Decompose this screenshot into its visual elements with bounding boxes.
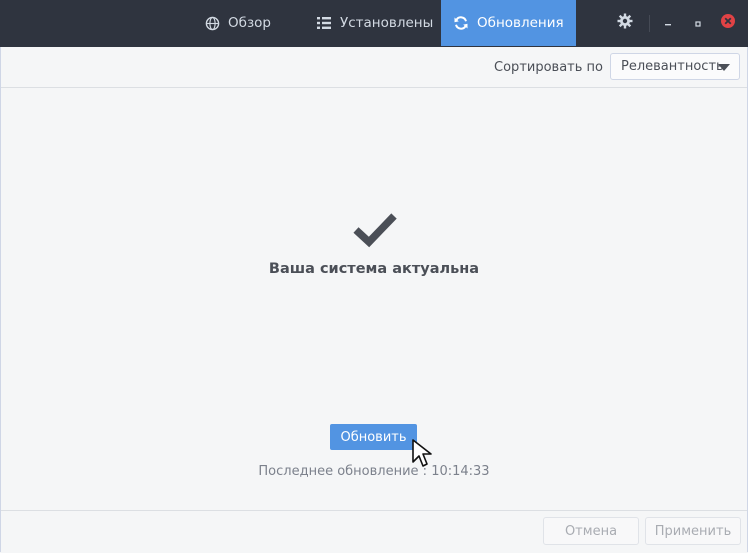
sort-label: Сортировать по xyxy=(494,60,603,75)
refresh-button[interactable]: Обновить xyxy=(330,424,417,450)
maximize-button[interactable] xyxy=(688,13,708,33)
minimize-button[interactable] xyxy=(658,13,678,33)
tab-updates-label: Обновления xyxy=(477,15,564,31)
status-title: Ваша система актуальна xyxy=(268,261,480,277)
last-update-text: Последнее обновление : 10:14:33 xyxy=(258,464,490,479)
mouse-cursor-icon xyxy=(410,438,436,468)
sort-toolbar: Сортировать по Релевантность xyxy=(1,47,747,88)
globe-icon xyxy=(204,15,220,31)
header-separator xyxy=(649,15,650,32)
list-icon xyxy=(316,15,332,31)
tab-installed[interactable]: Установлены xyxy=(306,0,442,46)
footer-bar: Отмена Применить xyxy=(1,510,747,553)
close-icon xyxy=(720,13,736,33)
header-bar: Обзор Установлены Обновления xyxy=(0,0,748,47)
close-button[interactable] xyxy=(718,13,738,33)
apply-button[interactable]: Применить xyxy=(645,517,741,545)
sort-value: Релевантность xyxy=(621,59,724,74)
checkmark-icon xyxy=(352,211,398,249)
maximize-icon xyxy=(693,14,703,33)
sort-dropdown[interactable]: Релевантность xyxy=(610,53,740,80)
dropdown-arrow-icon xyxy=(718,64,730,71)
settings-button[interactable] xyxy=(615,13,635,33)
tab-updates[interactable]: Обновления xyxy=(441,0,576,46)
tab-installed-label: Установлены xyxy=(340,15,434,31)
gear-icon xyxy=(617,13,633,33)
tab-overview[interactable]: Обзор xyxy=(192,0,288,46)
minimize-icon xyxy=(663,14,673,33)
refresh-icon xyxy=(453,15,469,31)
cancel-button[interactable]: Отмена xyxy=(543,517,639,545)
tab-overview-label: Обзор xyxy=(228,15,271,31)
